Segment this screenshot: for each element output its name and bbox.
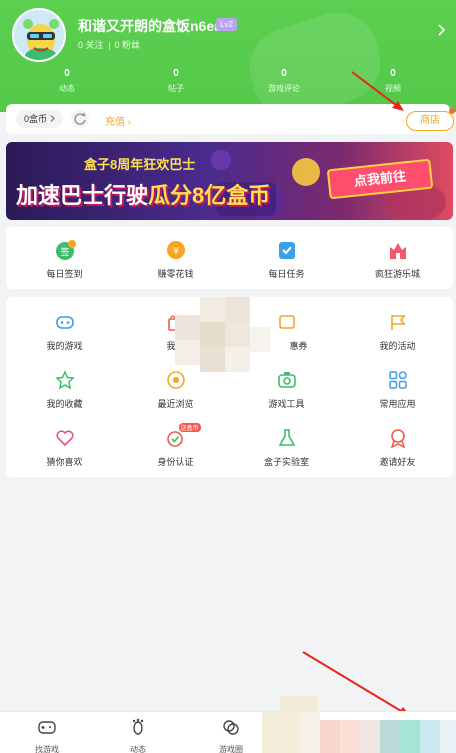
tab-game-circle[interactable]: 游戏圈 [203,718,259,753]
arrow-to-shop [351,71,404,111]
mosaic-tabs-overlay [262,696,456,753]
tab-label: 动态 [130,745,146,753]
bottom-tab-bar: 找游戏 动态 游戏圈 [0,696,456,753]
circles-icon [203,718,259,741]
annotation-layer [302,71,411,717]
controller-icon [19,718,75,741]
tab-label: 游戏圈 [219,745,243,753]
tab-label: 找游戏 [35,745,59,753]
tab-feed[interactable]: 动态 [110,718,166,753]
footprint-icon [110,718,166,741]
tab-find-games[interactable]: 找游戏 [19,718,75,753]
arrow-to-bottom-right [302,651,411,717]
